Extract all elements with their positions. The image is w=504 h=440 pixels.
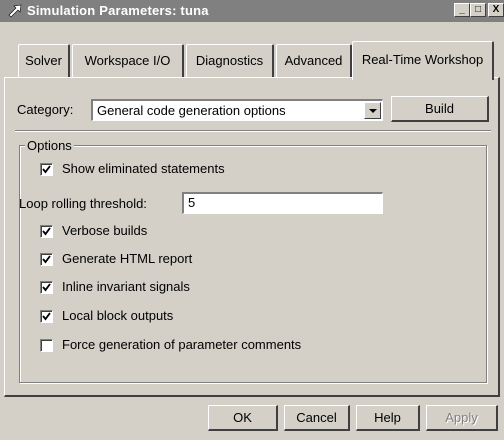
- checkbox-label: Local block outputs: [62, 308, 174, 323]
- loop-rolling-field[interactable]: 5: [182, 192, 383, 214]
- real-time-workshop-panel: Category: General code generation option…: [4, 77, 500, 397]
- tab-advanced[interactable]: Advanced: [276, 44, 352, 78]
- tab-diagnostics[interactable]: Diagnostics: [186, 44, 274, 78]
- loop-rolling-label: Loop rolling threshold:: [19, 196, 147, 211]
- options-group-title: Options: [25, 138, 74, 153]
- checkbox-label: Verbose builds: [62, 223, 148, 238]
- help-button-label: Help: [374, 410, 401, 425]
- minimize-button[interactable]: _: [454, 3, 470, 17]
- category-label: Category:: [17, 102, 74, 117]
- checkmark-icon: [42, 283, 51, 292]
- checkbox-label: Force generation of parameter comments: [62, 337, 302, 352]
- checkbox-box[interactable]: [40, 163, 53, 176]
- tab-solver[interactable]: Solver: [18, 44, 70, 78]
- simulink-arrow-icon: [7, 3, 23, 19]
- tab-label: Solver: [25, 53, 62, 68]
- tab-workspace-io[interactable]: Workspace I/O: [72, 44, 184, 78]
- checkbox-box[interactable]: [40, 310, 53, 323]
- tab-label: Workspace I/O: [84, 53, 171, 68]
- simulation-parameters-window: Simulation Parameters: tuna _ □ X Solver…: [0, 0, 504, 440]
- build-button[interactable]: Build: [391, 96, 489, 122]
- tab-label: Diagnostics: [195, 53, 264, 68]
- tab-label: Advanced: [284, 53, 343, 68]
- checkbox-box[interactable]: [40, 339, 53, 352]
- checkmark-icon: [42, 312, 51, 321]
- checkmark-icon: [42, 255, 51, 264]
- ok-button[interactable]: OK: [208, 405, 278, 431]
- chevron-down-icon[interactable]: [364, 102, 381, 119]
- tab-label: Real-Time Workshop: [361, 52, 484, 67]
- checkbox-box[interactable]: [40, 253, 53, 266]
- tab-strip: Solver Workspace I/O Diagnostics Advance…: [0, 41, 504, 80]
- checkbox-label: Inline invariant signals: [62, 279, 190, 294]
- window-title: Simulation Parameters: tuna: [27, 3, 209, 18]
- title-bar[interactable]: Simulation Parameters: tuna _ □ X: [0, 0, 504, 22]
- help-button[interactable]: Help: [356, 405, 420, 431]
- close-icon: X: [492, 4, 500, 15]
- build-button-label: Build: [425, 101, 454, 116]
- checkmark-icon: [42, 165, 51, 174]
- checkbox-label: Show eliminated statements: [62, 161, 225, 176]
- checkbox-label: Generate HTML report: [62, 251, 193, 266]
- checkbox-box[interactable]: [40, 225, 53, 238]
- apply-button[interactable]: Apply: [426, 405, 498, 431]
- checkbox-box[interactable]: [40, 281, 53, 294]
- category-selected-value: General code generation options: [97, 103, 286, 118]
- maximize-icon: □: [474, 4, 482, 15]
- maximize-button[interactable]: □: [470, 3, 486, 17]
- minimize-icon: _: [459, 4, 465, 15]
- category-select[interactable]: General code generation options: [91, 99, 383, 121]
- cancel-button-label: Cancel: [296, 410, 337, 425]
- apply-button-label: Apply: [445, 410, 478, 425]
- close-button[interactable]: X: [488, 3, 504, 17]
- tab-real-time-workshop[interactable]: Real-Time Workshop: [352, 41, 494, 80]
- checkmark-icon: [42, 227, 51, 236]
- cancel-button[interactable]: Cancel: [284, 405, 350, 431]
- separator: [15, 130, 491, 132]
- ok-button-label: OK: [233, 410, 252, 425]
